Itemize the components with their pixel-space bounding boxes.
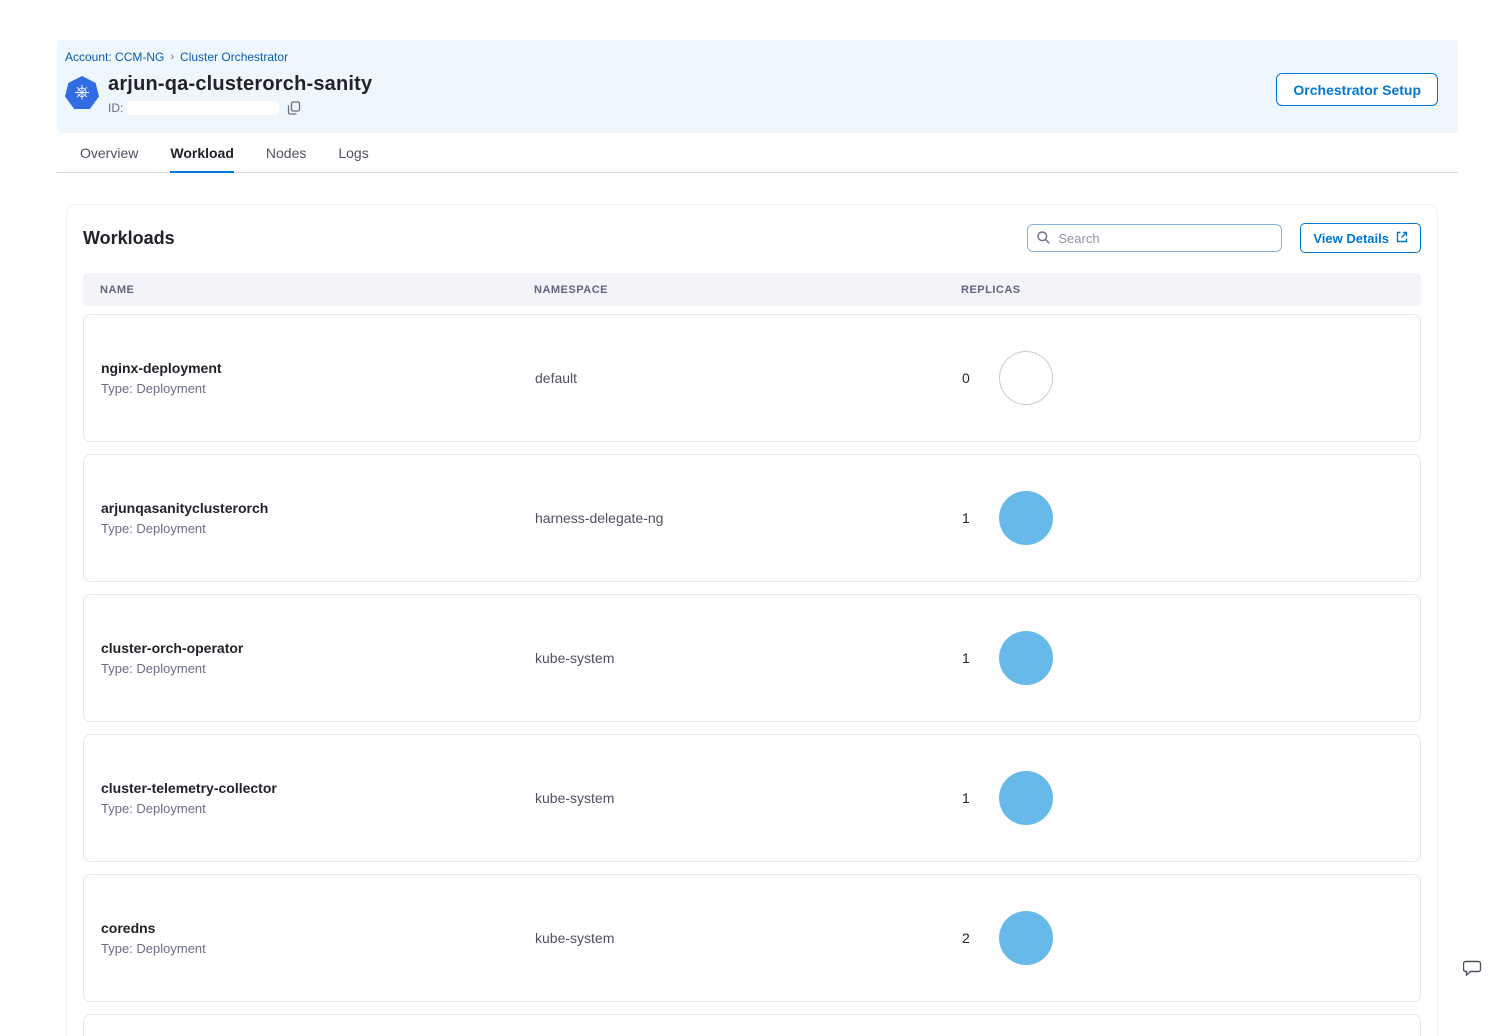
workload-name-cell: coredns Type: Deployment [101, 920, 535, 956]
workload-name: coredns [101, 920, 535, 936]
view-details-label: View Details [1313, 231, 1389, 246]
orchestrator-setup-button[interactable]: Orchestrator Setup [1276, 73, 1438, 106]
workload-name: arjunqasanityclusterorch [101, 500, 535, 516]
workload-replicas-cell: 2 [962, 911, 1420, 965]
tab-overview[interactable]: Overview [80, 145, 138, 173]
search-wrapper [1027, 224, 1282, 252]
replica-count: 1 [962, 650, 972, 666]
workload-replicas-cell: 0 [962, 351, 1420, 405]
workload-namespace: kube-system [535, 650, 962, 666]
column-header-namespace: NAMESPACE [534, 284, 961, 296]
workload-type: Type: Deployment [101, 661, 535, 676]
search-icon [1036, 230, 1051, 250]
copy-icon[interactable] [287, 101, 301, 115]
table-row[interactable]: nginx-deployment Type: Deployment defaul… [83, 314, 1421, 442]
tabs-bar: Overview Workload Nodes Logs [57, 141, 1458, 173]
workload-name: cluster-telemetry-collector [101, 780, 535, 796]
replica-count: 1 [962, 790, 972, 806]
page-header: Account: CCM-NG › Cluster Orchestrator ⎈… [57, 40, 1458, 133]
replica-status-circle [999, 771, 1053, 825]
replica-status-circle [999, 631, 1053, 685]
workload-type: Type: Deployment [101, 801, 535, 816]
replica-count: 2 [962, 930, 972, 946]
tab-label: Overview [80, 145, 138, 161]
column-header-name: NAME [100, 284, 534, 296]
tab-label: Nodes [266, 145, 306, 161]
workload-replicas-cell: 1 [962, 631, 1420, 685]
breadcrumb-account-link[interactable]: Account: CCM-NG [65, 50, 164, 64]
workload-name: nginx-deployment [101, 360, 535, 376]
workload-type: Type: Deployment [101, 381, 535, 396]
column-header-replicas: REPLICAS [961, 284, 1421, 296]
workload-name-cell: cluster-orch-operator Type: Deployment [101, 640, 535, 676]
table-row-partial[interactable] [83, 1014, 1421, 1036]
workload-namespace: kube-system [535, 930, 962, 946]
table-row[interactable]: arjunqasanityclusterorch Type: Deploymen… [83, 454, 1421, 582]
tab-logs[interactable]: Logs [338, 145, 368, 173]
workload-namespace: harness-delegate-ng [535, 510, 962, 526]
workload-name-cell: cluster-telemetry-collector Type: Deploy… [101, 780, 535, 816]
workload-namespace: kube-system [535, 790, 962, 806]
replica-count: 1 [962, 510, 972, 526]
workload-type: Type: Deployment [101, 521, 535, 536]
workload-namespace: default [535, 370, 962, 386]
table-header-row: NAME NAMESPACE REPLICAS [83, 273, 1421, 306]
tab-label: Logs [338, 145, 368, 161]
workload-name-cell: nginx-deployment Type: Deployment [101, 360, 535, 396]
workload-name: cluster-orch-operator [101, 640, 535, 656]
chat-help-icon[interactable] [1463, 958, 1482, 982]
breadcrumb-separator: › [170, 51, 174, 63]
workload-replicas-cell: 1 [962, 491, 1420, 545]
workloads-card-header: Workloads View Details [83, 223, 1421, 253]
workloads-controls: View Details [1027, 223, 1421, 253]
cluster-title-block: arjun-qa-clusterorch-sanity ID: [108, 73, 372, 115]
workloads-card: Workloads View Details [66, 204, 1438, 1036]
workload-type: Type: Deployment [101, 941, 535, 956]
view-details-button[interactable]: View Details [1300, 223, 1421, 253]
replica-count: 0 [962, 370, 972, 386]
cluster-id-label: ID: [108, 101, 123, 115]
tab-label: Workload [170, 145, 234, 161]
replica-status-circle [999, 491, 1053, 545]
cluster-orchestrator-page: Account: CCM-NG › Cluster Orchestrator ⎈… [0, 0, 1502, 1036]
cluster-title-row: ⎈ arjun-qa-clusterorch-sanity ID: [65, 73, 1438, 115]
replica-status-circle [999, 911, 1053, 965]
cluster-id-row: ID: [108, 101, 372, 115]
replica-status-circle [999, 351, 1053, 405]
workloads-rows: nginx-deployment Type: Deployment defaul… [83, 314, 1421, 1002]
workload-name-cell: arjunqasanityclusterorch Type: Deploymen… [101, 500, 535, 536]
breadcrumb: Account: CCM-NG › Cluster Orchestrator [65, 50, 1438, 64]
tab-workload[interactable]: Workload [170, 145, 234, 173]
table-row[interactable]: cluster-telemetry-collector Type: Deploy… [83, 734, 1421, 862]
workload-replicas-cell: 1 [962, 771, 1420, 825]
table-row[interactable]: coredns Type: Deployment kube-system 2 [83, 874, 1421, 1002]
breadcrumb-section-link[interactable]: Cluster Orchestrator [180, 50, 288, 64]
search-input[interactable] [1027, 224, 1282, 252]
workloads-title: Workloads [83, 228, 175, 249]
external-link-icon [1396, 231, 1408, 246]
tab-nodes[interactable]: Nodes [266, 145, 306, 173]
cluster-id-value [127, 101, 279, 115]
page-title: arjun-qa-clusterorch-sanity [108, 73, 372, 96]
table-row[interactable]: cluster-orch-operator Type: Deployment k… [83, 594, 1421, 722]
kubernetes-icon: ⎈ [65, 76, 99, 109]
